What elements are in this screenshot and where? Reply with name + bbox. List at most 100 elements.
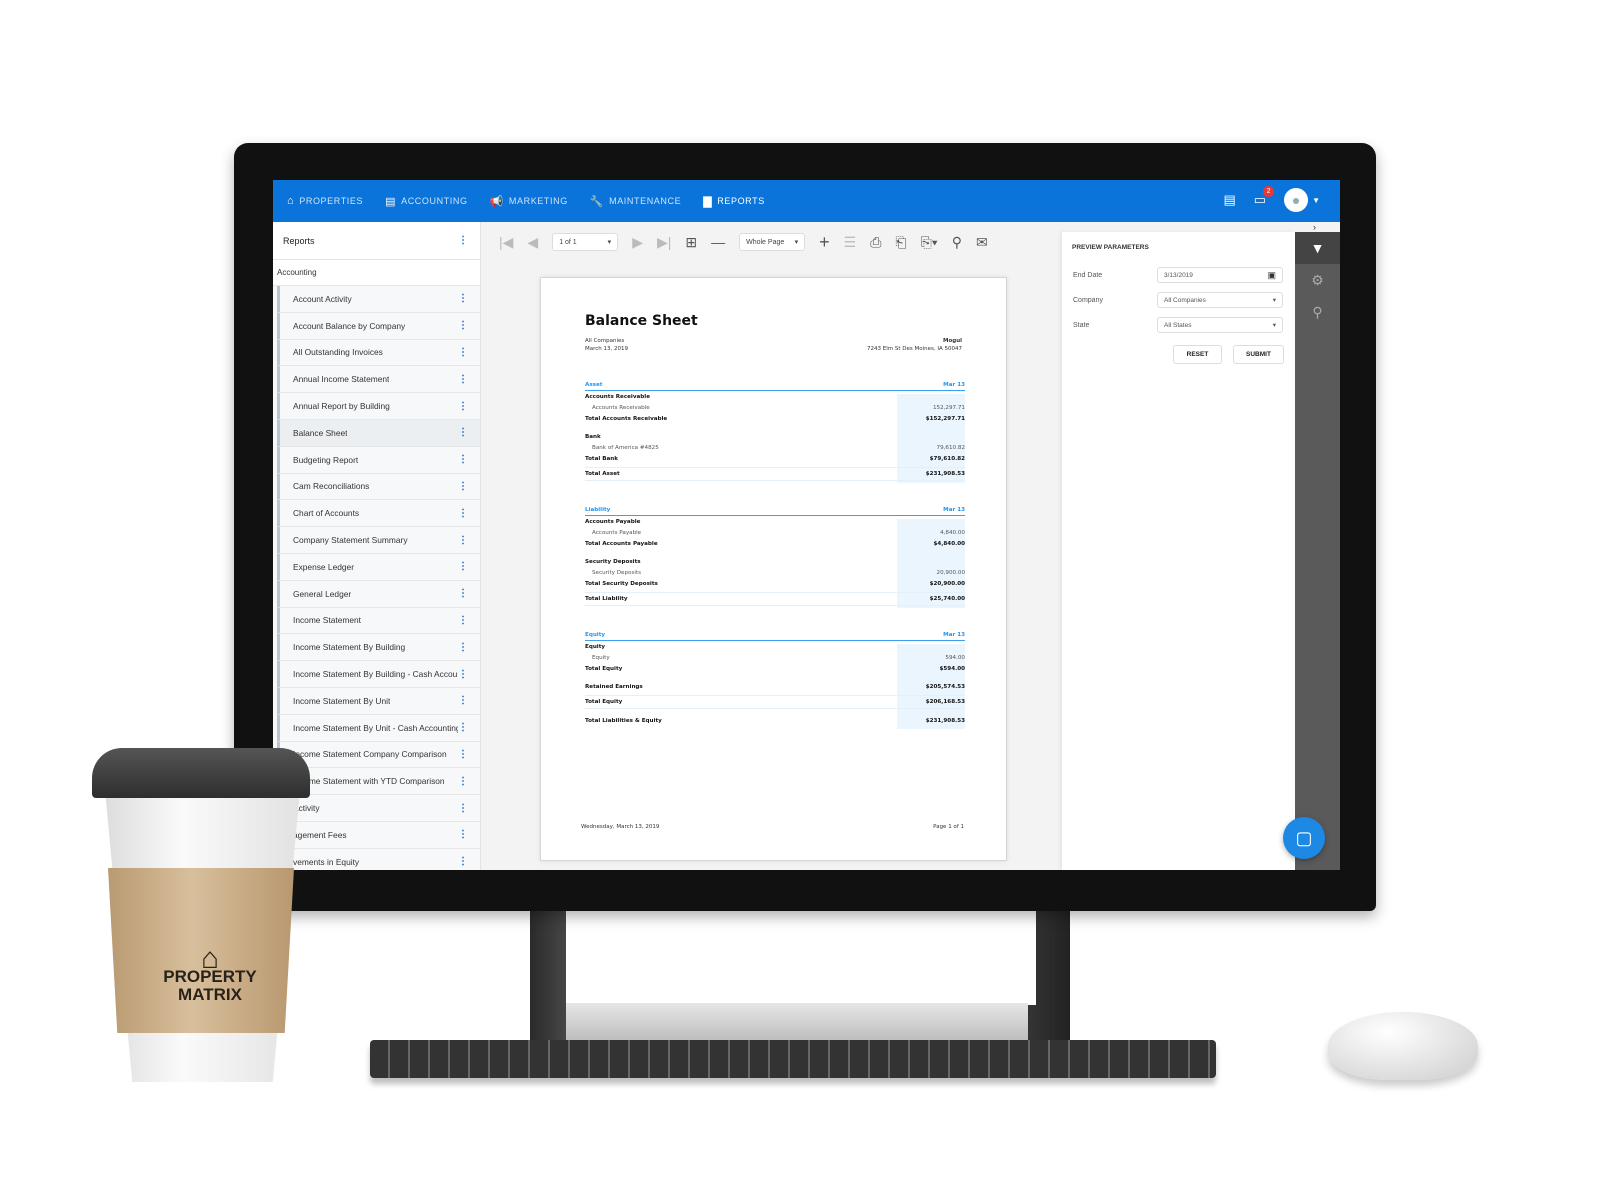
kebab-menu-icon[interactable]: ⋮ xyxy=(458,615,468,626)
kebab-menu-icon[interactable]: ⋮ xyxy=(458,588,468,599)
sidebar-item[interactable]: Account Balance by Company ⋮ xyxy=(277,312,480,340)
filter-icon[interactable]: ▼ xyxy=(1295,232,1340,264)
sidebar-item[interactable]: General Ledger ⋮ xyxy=(277,580,480,608)
multipage-icon[interactable]: ⊞ xyxy=(685,234,697,251)
search-icon[interactable]: ⚲ xyxy=(1295,296,1340,328)
end-date-input[interactable]: 3/13/2019 ▣ xyxy=(1157,267,1283,283)
zoom-in-icon[interactable]: + xyxy=(819,232,830,253)
chat-notifications-icon[interactable]: ▭ 2 xyxy=(1254,186,1275,208)
kebab-menu-icon[interactable]: ⋮ xyxy=(458,561,468,572)
sidebar-item[interactable]: vements in Equity ⋮ xyxy=(277,848,480,870)
sidebar-item[interactable]: agement Fees ⋮ xyxy=(277,821,480,849)
kebab-menu-icon[interactable]: ⋮ xyxy=(458,293,468,304)
nav-label: ACCOUNTING xyxy=(401,196,468,206)
prev-page-icon[interactable]: ◀ xyxy=(527,234,538,251)
page-select[interactable]: 1 of 1 ▾ xyxy=(552,233,619,251)
print-page-icon[interactable]: ⎗ xyxy=(895,234,906,251)
row-label: Bank of America #4825 xyxy=(592,445,659,451)
report-company-filter: All Companies xyxy=(585,338,625,344)
section-name: Equity xyxy=(585,632,606,638)
nav-properties[interactable]: ⌂ PROPERTIES xyxy=(287,195,363,208)
kebab-menu-icon[interactable]: ⋮ xyxy=(458,235,468,246)
submit-button[interactable]: SUBMIT xyxy=(1233,345,1284,364)
first-page-icon[interactable]: |◀ xyxy=(499,234,513,251)
report-row: Equity 594.00 xyxy=(585,655,965,661)
sidebar-item[interactable]: Income Statement ⋮ xyxy=(277,607,480,635)
kebab-menu-icon[interactable]: ⋮ xyxy=(458,856,468,867)
sidebar-item[interactable]: Income Statement By Unit ⋮ xyxy=(277,687,480,715)
sidebar-item[interactable]: All Outstanding Invoices ⋮ xyxy=(277,339,480,367)
state-select[interactable]: All States ▾ xyxy=(1157,317,1283,333)
kebab-menu-icon[interactable]: ⋮ xyxy=(458,722,468,733)
email-icon[interactable]: ✉ xyxy=(976,234,988,251)
kebab-menu-icon[interactable]: ⋮ xyxy=(458,803,468,814)
kebab-menu-icon[interactable]: ⋮ xyxy=(458,374,468,385)
kebab-menu-icon[interactable]: ⋮ xyxy=(458,320,468,331)
search-icon[interactable]: ⚲ xyxy=(952,234,962,251)
section-header: Equity Mar 13 xyxy=(585,632,965,641)
company-select[interactable]: All Companies ▾ xyxy=(1157,292,1283,308)
sidebar-item-label: All Outstanding Invoices xyxy=(293,347,383,358)
avatar: ● xyxy=(1284,188,1309,212)
sidebar-item[interactable]: Annual Income Statement ⋮ xyxy=(277,366,480,394)
sidebar-section-accounting[interactable]: Accounting xyxy=(273,260,480,286)
zoom-select[interactable]: Whole Page ▾ xyxy=(739,233,806,251)
export-icon[interactable]: ⎘▾ xyxy=(921,234,938,251)
calendar-icon[interactable]: ▣ xyxy=(1267,270,1276,281)
sidebar-item[interactable]: Income Statement By Building ⋮ xyxy=(277,634,480,662)
sidebar-item[interactable]: Expense Ledger ⋮ xyxy=(277,553,480,581)
last-page-icon[interactable]: ▶| xyxy=(657,234,671,251)
sidebar-item[interactable]: Company Statement Summary ⋮ xyxy=(277,527,480,554)
sidebar-item-label: Income Statement with YTD Comparison xyxy=(293,776,445,787)
nav-marketing[interactable]: 📢 MARKETING xyxy=(490,195,568,208)
kebab-menu-icon[interactable]: ⋮ xyxy=(458,401,468,412)
sidebar-item[interactable]: Cam Reconciliations ⋮ xyxy=(277,473,480,501)
report-row: Accounts Payable xyxy=(585,519,965,525)
kebab-menu-icon[interactable]: ⋮ xyxy=(458,749,468,760)
sidebar-item[interactable]: Income Statement Company Comparison ⋮ xyxy=(277,741,480,769)
kebab-menu-icon[interactable]: ⋮ xyxy=(458,347,468,358)
zoom-out-icon[interactable]: — xyxy=(711,234,725,250)
sidebar-item[interactable]: Chart of Accounts ⋮ xyxy=(277,500,480,528)
report-row: Bank xyxy=(585,434,965,440)
sidebar-item[interactable]: Activity ⋮ xyxy=(277,795,480,822)
row-label: Security Deposits xyxy=(585,559,641,565)
sidebar-item[interactable]: Annual Report by Building ⋮ xyxy=(277,393,480,420)
next-page-icon[interactable]: ▶ xyxy=(632,234,643,251)
highlight-editing-icon[interactable]: ☰ xyxy=(844,234,857,251)
kebab-menu-icon[interactable]: ⋮ xyxy=(458,669,468,680)
user-menu[interactable]: ● ▼ xyxy=(1284,188,1320,212)
kebab-menu-icon[interactable]: ⋮ xyxy=(458,481,468,492)
kebab-menu-icon[interactable]: ⋮ xyxy=(458,642,468,653)
sidebar-item[interactable]: Account Activity ⋮ xyxy=(277,286,480,313)
print-icon[interactable]: ⎙ xyxy=(870,234,881,251)
kebab-menu-icon[interactable]: ⋮ xyxy=(458,776,468,787)
nav-maintenance[interactable]: 🔧 MAINTENANCE xyxy=(590,195,681,208)
collapse-panel-icon[interactable]: › xyxy=(1313,222,1316,232)
document-icon[interactable]: ▤ xyxy=(1223,192,1235,208)
sidebar-item[interactable]: Income Statement By Unit - Cash Accounti… xyxy=(277,714,480,742)
gear-icon[interactable]: ⚙ xyxy=(1295,264,1340,296)
sidebar-item[interactable]: Budgeting Report ⋮ xyxy=(277,446,480,474)
kebab-menu-icon[interactable]: ⋮ xyxy=(458,829,468,840)
kebab-menu-icon[interactable]: ⋮ xyxy=(458,535,468,546)
kebab-menu-icon[interactable]: ⋮ xyxy=(458,695,468,706)
notification-badge: 2 xyxy=(1263,186,1275,197)
row-label: Retained Earnings xyxy=(585,684,643,690)
kebab-menu-icon[interactable]: ⋮ xyxy=(458,427,468,438)
end-date-label: End Date xyxy=(1073,272,1103,279)
sidebar-item[interactable]: Income Statement By Building - Cash Acco… xyxy=(277,661,480,688)
row-value: $4,840.00 xyxy=(933,541,966,547)
nav-accounting[interactable]: ▤ ACCOUNTING xyxy=(385,195,468,208)
nav-reports[interactable]: ▇ REPORTS xyxy=(703,195,765,208)
row-value: $79,610.82 xyxy=(929,456,965,462)
kebab-menu-icon[interactable]: ⋮ xyxy=(458,454,468,465)
row-label: Total Equity xyxy=(585,699,623,705)
sidebar-item[interactable]: Balance Sheet ⋮ xyxy=(277,419,480,447)
sidebar-item-label: Income Statement By Unit xyxy=(293,695,391,706)
chat-button[interactable]: ▢ xyxy=(1283,817,1325,859)
kebab-menu-icon[interactable]: ⋮ xyxy=(458,508,468,519)
top-nav: ⌂ PROPERTIES ▤ ACCOUNTING 📢 MARKETING 🔧 MAINTEN… xyxy=(273,180,1340,222)
params-title: PREVIEW PARAMETERS xyxy=(1072,244,1149,251)
reset-button[interactable]: RESET xyxy=(1173,345,1222,364)
